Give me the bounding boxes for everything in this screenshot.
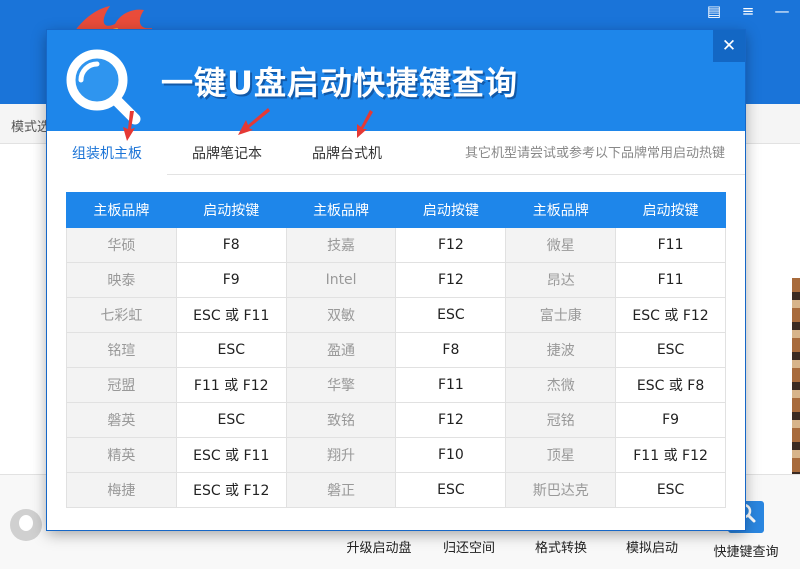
- shortcut-query-dialog: 一键U盘启动快捷键查询 ✕ 组装机主板 品牌笔记本 品牌台式机 其它机型请尝试或…: [47, 30, 745, 530]
- key-cell: F8: [175, 227, 287, 263]
- column-header: 启动按键: [395, 192, 507, 228]
- mode-label: 模式选: [11, 120, 51, 135]
- brand-cell: 捷波: [505, 332, 617, 368]
- magnifier-icon: [66, 49, 141, 125]
- tab-assembled-motherboard[interactable]: 组装机主板: [47, 131, 167, 175]
- brand-cell: 顶星: [505, 437, 617, 473]
- footer-button-label: 升级启动盘: [346, 541, 412, 556]
- brand-cell: 七彩虹: [66, 297, 177, 333]
- footer-button-label: 格式转换: [534, 541, 587, 556]
- right-image-strip: [792, 278, 800, 478]
- column-header: 主板品牌: [66, 192, 177, 228]
- key-cell: ESC: [395, 472, 507, 508]
- key-cell: F11: [615, 262, 726, 298]
- table-row: 冠盟 F11 或 F12 华擎 F11 杰微 ESC 或 F8: [66, 367, 726, 403]
- brand-cell: 冠铭: [505, 402, 617, 438]
- brand-cell: 映泰: [66, 262, 177, 298]
- key-cell: F12: [395, 402, 507, 438]
- brand-cell: 杰微: [505, 367, 617, 403]
- brand-cell: 致铭: [285, 402, 397, 438]
- key-cell: ESC: [615, 332, 726, 368]
- column-header: 主板品牌: [285, 192, 397, 228]
- brand-cell: 翔升: [285, 437, 397, 473]
- tab-bar: 组装机主板 品牌笔记本 品牌台式机 其它机型请尝试或参考以下品牌常用启动热键: [47, 131, 745, 175]
- brand-cell: 梅捷: [66, 472, 177, 508]
- brand-cell: 微星: [505, 227, 617, 263]
- column-header: 主板品牌: [505, 192, 617, 228]
- boot-key-table: 主板品牌 启动按键 主板品牌 启动按键 主板品牌 启动按键 华硕 F8 技嘉 F…: [66, 192, 726, 508]
- close-icon[interactable]: ✕: [713, 30, 745, 62]
- footer-button-label: 快捷键查询: [713, 545, 779, 560]
- brand-cell: Intel: [285, 262, 397, 298]
- key-cell: ESC 或 F11: [175, 297, 287, 333]
- key-cell: F9: [175, 262, 287, 298]
- table-row: 精英 ESC 或 F11 翔升 F10 顶星 F11 或 F12: [66, 437, 726, 473]
- key-cell: ESC: [615, 472, 726, 508]
- qq-icon[interactable]: [10, 509, 42, 541]
- brand-cell: 双敏: [285, 297, 397, 333]
- brand-cell: 富士康: [505, 297, 617, 333]
- footer-button-label: 模拟启动: [625, 541, 678, 556]
- table-row: 铭瑄 ESC 盈通 F8 捷波 ESC: [66, 332, 726, 368]
- dialog-header: 一键U盘启动快捷键查询 ✕: [47, 30, 745, 131]
- brand-cell: 冠盟: [66, 367, 177, 403]
- column-header: 启动按键: [615, 192, 726, 228]
- key-cell: ESC 或 F11: [175, 437, 287, 473]
- key-cell: F11: [615, 227, 726, 263]
- key-cell: F11: [395, 367, 507, 403]
- table-row: 七彩虹 ESC 或 F11 双敏 ESC 富士康 ESC 或 F12: [66, 297, 726, 333]
- minimize-icon[interactable]: —: [772, 2, 792, 20]
- key-cell: F11 或 F12: [615, 437, 726, 473]
- brand-cell: 铭瑄: [66, 332, 177, 368]
- table-row: 映泰 F9 Intel F12 昂达 F11: [66, 262, 726, 298]
- brand-cell: 昂达: [505, 262, 617, 298]
- menu-icon[interactable]: ≡: [738, 2, 758, 20]
- brand-cell: 华硕: [66, 227, 177, 263]
- key-cell: ESC 或 F12: [175, 472, 287, 508]
- table-row: 梅捷 ESC 或 F12 磐正 ESC 斯巴达克 ESC: [66, 472, 726, 508]
- key-cell: ESC 或 F8: [615, 367, 726, 403]
- table-row: 华硕 F8 技嘉 F12 微星 F11: [66, 227, 726, 263]
- footer-button-label: 归还空间: [442, 541, 495, 556]
- tab-brand-laptop[interactable]: 品牌笔记本: [167, 131, 287, 175]
- key-cell: F12: [395, 262, 507, 298]
- column-header: 启动按键: [175, 192, 287, 228]
- table-header-row: 主板品牌 启动按键 主板品牌 启动按键 主板品牌 启动按键: [66, 192, 726, 228]
- key-cell: ESC: [175, 402, 287, 438]
- tab-note: 其它机型请尝试或参考以下品牌常用启动热键: [464, 146, 725, 161]
- key-cell: ESC 或 F12: [615, 297, 726, 333]
- brand-cell: 斯巴达克: [505, 472, 617, 508]
- key-cell: F11 或 F12: [175, 367, 287, 403]
- table-row: 磐英 ESC 致铭 F12 冠铭 F9: [66, 402, 726, 438]
- key-cell: F9: [615, 402, 726, 438]
- skin-icon[interactable]: ▤: [704, 2, 724, 20]
- brand-cell: 磐正: [285, 472, 397, 508]
- key-cell: ESC: [395, 297, 507, 333]
- dialog-title: 一键U盘启动快捷键查询: [161, 64, 518, 102]
- brand-cell: 盈通: [285, 332, 397, 368]
- brand-cell: 华擎: [285, 367, 397, 403]
- brand-cell: 技嘉: [285, 227, 397, 263]
- brand-cell: 磐英: [66, 402, 177, 438]
- key-cell: F10: [395, 437, 507, 473]
- brand-cell: 精英: [66, 437, 177, 473]
- key-cell: ESC: [175, 332, 287, 368]
- key-cell: F8: [395, 332, 507, 368]
- tab-brand-desktop[interactable]: 品牌台式机: [287, 131, 407, 175]
- key-cell: F12: [395, 227, 507, 263]
